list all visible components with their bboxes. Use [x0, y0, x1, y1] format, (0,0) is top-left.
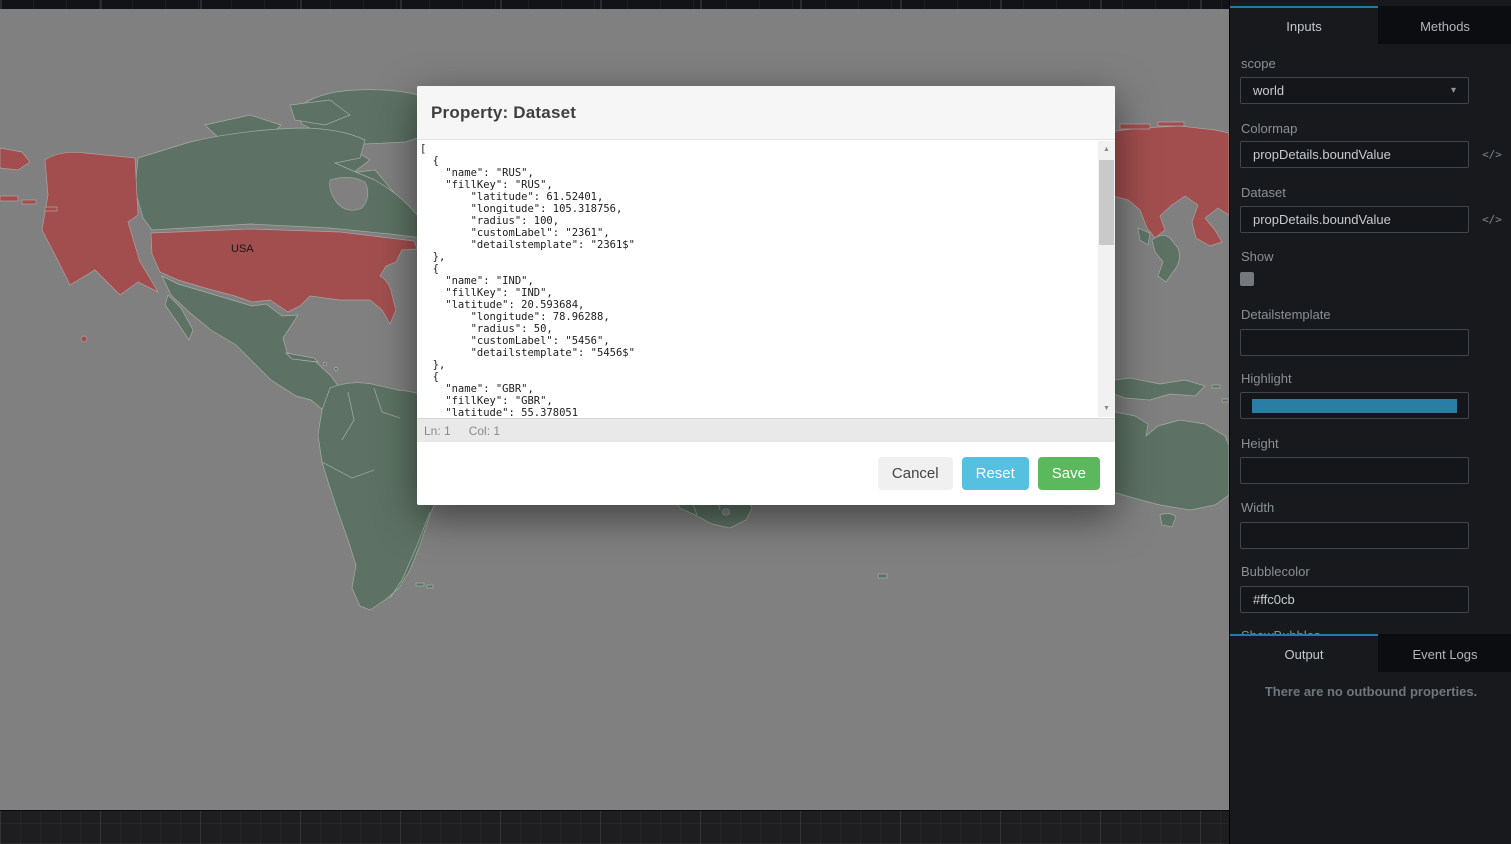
- inputs-form: scope world ▾ Colormap </> Dataset </> S…: [1230, 44, 1511, 636]
- tab-inputs[interactable]: Inputs: [1230, 6, 1378, 44]
- editor-statusbar: Ln: 1 Col: 1: [417, 418, 1115, 442]
- dataset-input[interactable]: [1240, 206, 1469, 233]
- height-input[interactable]: [1240, 457, 1469, 484]
- scroll-down-icon[interactable]: ▼: [1098, 400, 1115, 417]
- reset-button[interactable]: Reset: [962, 457, 1029, 490]
- modal-footer: Cancel Reset Save: [417, 442, 1115, 504]
- highlight-label: Highlight: [1241, 371, 1292, 386]
- width-input[interactable]: [1240, 522, 1469, 549]
- column-indicator: Col: 1: [469, 424, 500, 438]
- code-bind-icon[interactable]: </>: [1479, 206, 1505, 233]
- cancel-button[interactable]: Cancel: [878, 457, 953, 490]
- property-dataset-modal: Property: Dataset [ { "name": "RUS", "fi…: [417, 86, 1115, 505]
- editor-content[interactable]: [ { "name": "RUS", "fillKey": "RUS", "la…: [420, 143, 1095, 418]
- height-label: Height: [1241, 436, 1279, 451]
- scrollbar-thumb[interactable]: [1099, 160, 1114, 245]
- code-bind-icon[interactable]: </>: [1479, 141, 1505, 168]
- highlight-color-bar: [1252, 399, 1457, 413]
- app-root: USA Inputs Methods scope world ▾ Colorma…: [0, 0, 1511, 844]
- detailstemplate-label: Detailstemplate: [1241, 307, 1331, 322]
- inputs-methods-tabbar: Inputs Methods: [1230, 6, 1511, 44]
- save-button[interactable]: Save: [1038, 457, 1100, 490]
- modal-title: Property: Dataset: [431, 103, 576, 123]
- colormap-input[interactable]: [1240, 141, 1469, 168]
- width-label: Width: [1241, 500, 1274, 515]
- scroll-up-icon[interactable]: ▲: [1098, 141, 1115, 158]
- tab-event-logs[interactable]: Event Logs: [1378, 634, 1511, 672]
- output-eventlogs-tabbar: Output Event Logs: [1230, 634, 1511, 672]
- tab-methods[interactable]: Methods: [1378, 6, 1511, 44]
- bottom-component-palette: [0, 810, 1229, 844]
- colormap-label: Colormap: [1241, 121, 1297, 136]
- chevron-down-icon: ▾: [1451, 85, 1456, 96]
- show-label: Show: [1241, 249, 1274, 264]
- highlight-input[interactable]: [1240, 392, 1469, 419]
- output-empty-message: There are no outbound properties.: [1230, 684, 1511, 699]
- scope-select-value: world: [1253, 83, 1284, 98]
- modal-header: Property: Dataset: [417, 86, 1115, 140]
- tab-output[interactable]: Output: [1230, 634, 1378, 672]
- country-label-usa: USA: [231, 243, 254, 255]
- dataset-label: Dataset: [1241, 185, 1286, 200]
- editor-scrollbar[interactable]: ▲ ▼: [1098, 141, 1115, 417]
- scope-label: scope: [1241, 56, 1276, 71]
- bubblecolor-label: Bubblecolor: [1241, 564, 1310, 579]
- bubblecolor-input[interactable]: [1240, 586, 1469, 613]
- show-checkbox[interactable]: [1240, 272, 1254, 286]
- line-indicator: Ln: 1: [424, 424, 451, 438]
- properties-sidebar: Inputs Methods scope world ▾ Colormap </…: [1229, 0, 1511, 844]
- json-code-editor[interactable]: [ { "name": "RUS", "fillKey": "RUS", "la…: [417, 140, 1115, 418]
- top-toolbar: [0, 0, 1229, 9]
- scope-select[interactable]: world ▾: [1240, 77, 1469, 104]
- detailstemplate-input[interactable]: [1240, 329, 1469, 356]
